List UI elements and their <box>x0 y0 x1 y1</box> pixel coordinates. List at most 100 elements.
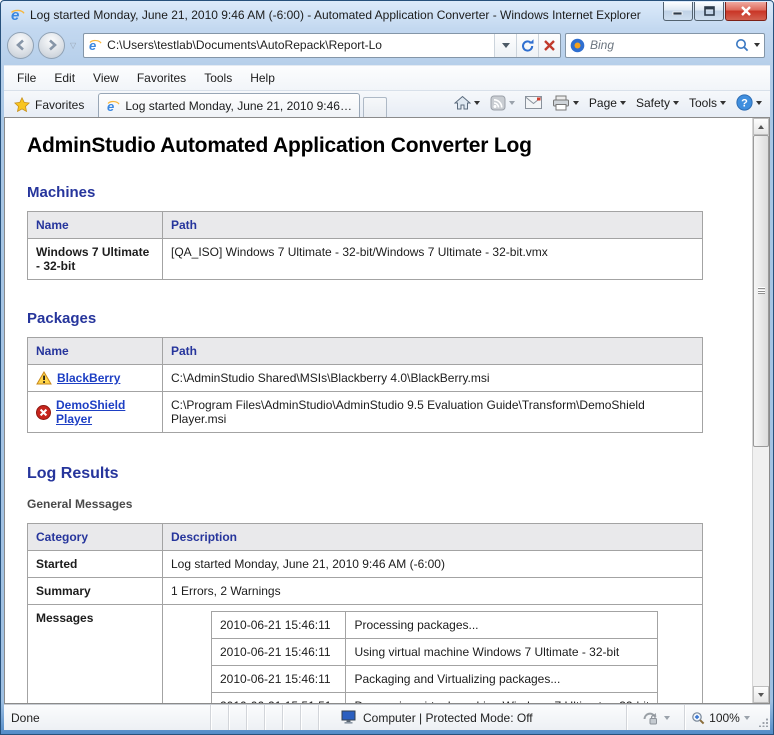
menu-view[interactable]: View <box>84 68 128 88</box>
home-button[interactable] <box>450 93 484 112</box>
command-bar: Page Safety Tools ? <box>450 92 766 117</box>
status-bar: Done Computer | Protected Mode: Off 100% <box>4 704 770 730</box>
back-button[interactable] <box>7 32 34 59</box>
log-col-category: Category <box>28 524 163 551</box>
page-title: AdminStudio Automated Application Conver… <box>27 134 732 158</box>
scrollbar-thumb[interactable] <box>753 135 769 447</box>
help-button[interactable]: ? <box>732 92 766 113</box>
list-item: 2010-06-21 15:46:11 Using virtual machin… <box>212 639 658 666</box>
search-icon[interactable] <box>735 38 749 52</box>
package-path: C:\Program Files\AdminStudio\AdminStudio… <box>163 392 703 433</box>
package-link-demoshield[interactable]: DemoShield Player <box>56 398 154 426</box>
menu-file[interactable]: File <box>8 68 45 88</box>
tab-title: Log started Monday, June 21, 2010 9:46 A… <box>125 99 352 113</box>
address-dropdown-button[interactable] <box>494 34 516 57</box>
star-icon <box>14 97 30 112</box>
search-placeholder: Bing <box>590 38 730 52</box>
table-row: Summary 1 Errors, 2 Warnings <box>28 578 703 605</box>
favorites-label: Favorites <box>35 98 84 112</box>
home-icon <box>454 95 471 110</box>
log-results-heading: Log Results <box>27 465 732 483</box>
window-controls <box>663 2 767 21</box>
machines-header-row: Name Path <box>28 212 703 239</box>
security-zone[interactable]: Computer | Protected Mode: Off <box>318 705 626 730</box>
zoom-control[interactable]: 100% <box>684 705 756 730</box>
log-report-page: AdminStudio Automated Application Conver… <box>5 118 752 703</box>
address-input[interactable]: e C:\Users\testlab\Documents\AutoRepack\… <box>84 34 494 57</box>
browser-viewport: AdminStudio Automated Application Conver… <box>4 117 770 704</box>
menu-tools[interactable]: Tools <box>195 68 241 88</box>
new-tab-button[interactable] <box>363 97 387 117</box>
browser-window: e Log started Monday, June 21, 2010 9:46… <box>0 0 774 735</box>
resize-grip[interactable] <box>756 705 770 730</box>
messages-list: 2010-06-21 15:46:11 Processing packages.… <box>211 611 658 703</box>
page-menu-button[interactable]: Page <box>585 94 630 112</box>
favorites-bar: Favorites e Log started Monday, June 21,… <box>4 90 770 117</box>
message-time: 2010-06-21 15:46:11 <box>212 612 346 639</box>
forward-button[interactable] <box>38 32 65 59</box>
packages-header-row: Name Path <box>28 338 703 365</box>
menu-help[interactable]: Help <box>241 68 284 88</box>
bing-logo-icon <box>570 38 585 53</box>
read-mail-button[interactable] <box>521 94 546 111</box>
close-button[interactable] <box>725 2 767 21</box>
machines-col-path: Path <box>163 212 703 239</box>
general-messages-subheading: General Messages <box>27 497 732 511</box>
table-row: DemoShield Player C:\Program Files\Admin… <box>28 392 703 433</box>
navigation-bar: ▽ e C:\Users\testlab\Documents\AutoRepac… <box>1 29 773 65</box>
list-item: 2010-06-21 15:51:51 Done using virtual m… <box>212 693 658 704</box>
statusbar-separator <box>210 705 228 730</box>
machine-name: Windows 7 Ultimate - 32-bit <box>28 239 163 280</box>
privacy-filter-button[interactable] <box>626 705 684 730</box>
refresh-button[interactable] <box>516 34 538 57</box>
message-text: Using virtual machine Windows 7 Ultimate… <box>346 639 658 666</box>
vertical-scrollbar[interactable] <box>752 118 769 703</box>
warning-icon <box>36 371 52 385</box>
filter-lock-icon <box>642 711 658 725</box>
menu-bar: File Edit View Favorites Tools Help <box>4 65 770 90</box>
search-box[interactable]: Bing <box>565 33 765 58</box>
error-icon <box>36 405 51 420</box>
log-summary-label: Summary <box>28 578 163 605</box>
scroll-up-button[interactable] <box>753 118 769 135</box>
page-menu-label: Page <box>589 96 617 110</box>
package-path: C:\AdminStudio Shared\MSIs\Blackberry 4.… <box>163 365 703 392</box>
packages-col-path: Path <box>163 338 703 365</box>
zoom-icon <box>691 711 705 725</box>
maximize-button[interactable] <box>694 2 724 21</box>
titlebar[interactable]: e Log started Monday, June 21, 2010 9:46… <box>1 1 773 29</box>
machines-heading: Machines <box>27 184 732 201</box>
menu-favorites[interactable]: Favorites <box>128 68 195 88</box>
favorites-button[interactable]: Favorites <box>8 93 92 117</box>
machines-table: Name Path Windows 7 Ultimate - 32-bit [Q… <box>27 211 703 280</box>
recent-pages-dropdown[interactable]: ▽ <box>69 41 79 50</box>
print-button[interactable] <box>548 93 583 113</box>
address-bar: e C:\Users\testlab\Documents\AutoRepack\… <box>83 33 561 58</box>
minimize-button[interactable] <box>663 2 693 21</box>
help-icon: ? <box>736 94 753 111</box>
log-results-table: Category Description Started Log started… <box>27 523 703 703</box>
message-time: 2010-06-21 15:46:11 <box>212 639 346 666</box>
ie-logo-icon: e <box>9 7 25 23</box>
stop-button[interactable] <box>538 34 560 57</box>
menu-edit[interactable]: Edit <box>45 68 84 88</box>
log-messages-label: Messages <box>28 605 163 704</box>
status-text: Done <box>4 705 210 730</box>
message-time: 2010-06-21 15:51:51 <box>212 693 346 704</box>
package-link-blackberry[interactable]: BlackBerry <box>57 371 120 385</box>
log-started-value: Log started Monday, June 21, 2010 9:46 A… <box>163 551 703 578</box>
search-options-dropdown[interactable] <box>754 43 760 47</box>
computer-icon <box>341 710 357 725</box>
list-item: 2010-06-21 15:46:11 Packaging and Virtua… <box>212 666 658 693</box>
machine-path: [QA_ISO] Windows 7 Ultimate - 32-bit/Win… <box>163 239 703 280</box>
safety-menu-button[interactable]: Safety <box>632 94 683 112</box>
tab-active[interactable]: e Log started Monday, June 21, 2010 9:46… <box>98 93 360 117</box>
safety-menu-label: Safety <box>636 96 670 110</box>
rss-icon <box>490 95 506 111</box>
scroll-down-button[interactable] <box>753 686 769 703</box>
log-col-description: Description <box>163 524 703 551</box>
feeds-button[interactable] <box>486 93 519 113</box>
tab-favicon-icon: e <box>106 99 120 113</box>
window-title: Log started Monday, June 21, 2010 9:46 A… <box>30 8 658 22</box>
tools-menu-button[interactable]: Tools <box>685 94 730 112</box>
